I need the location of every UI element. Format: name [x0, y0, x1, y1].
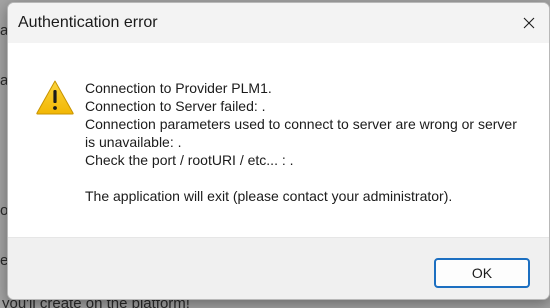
- dialog-footer: OK: [8, 237, 549, 299]
- close-icon: [523, 17, 535, 29]
- close-button[interactable]: [509, 3, 549, 43]
- message-line: Check the port / rootURI / etc... : .: [85, 152, 294, 168]
- authentication-error-dialog: Authentication error Connection to Provi…: [7, 2, 550, 300]
- warning-icon: [36, 80, 74, 115]
- dialog-content: Connection to Provider PLM1. Connection …: [8, 43, 549, 237]
- message-line: Connection parameters used to connect to…: [85, 116, 517, 150]
- ok-button[interactable]: OK: [434, 258, 530, 288]
- error-message: Connection to Provider PLM1. Connection …: [85, 79, 530, 205]
- message-line: Connection to Server failed: .: [85, 98, 266, 114]
- dialog-title: Authentication error: [18, 14, 158, 31]
- dialog-titlebar: Authentication error: [8, 3, 549, 43]
- exit-notice: The application will exit (please contac…: [85, 188, 453, 204]
- message-line: Connection to Provider PLM1.: [85, 80, 272, 96]
